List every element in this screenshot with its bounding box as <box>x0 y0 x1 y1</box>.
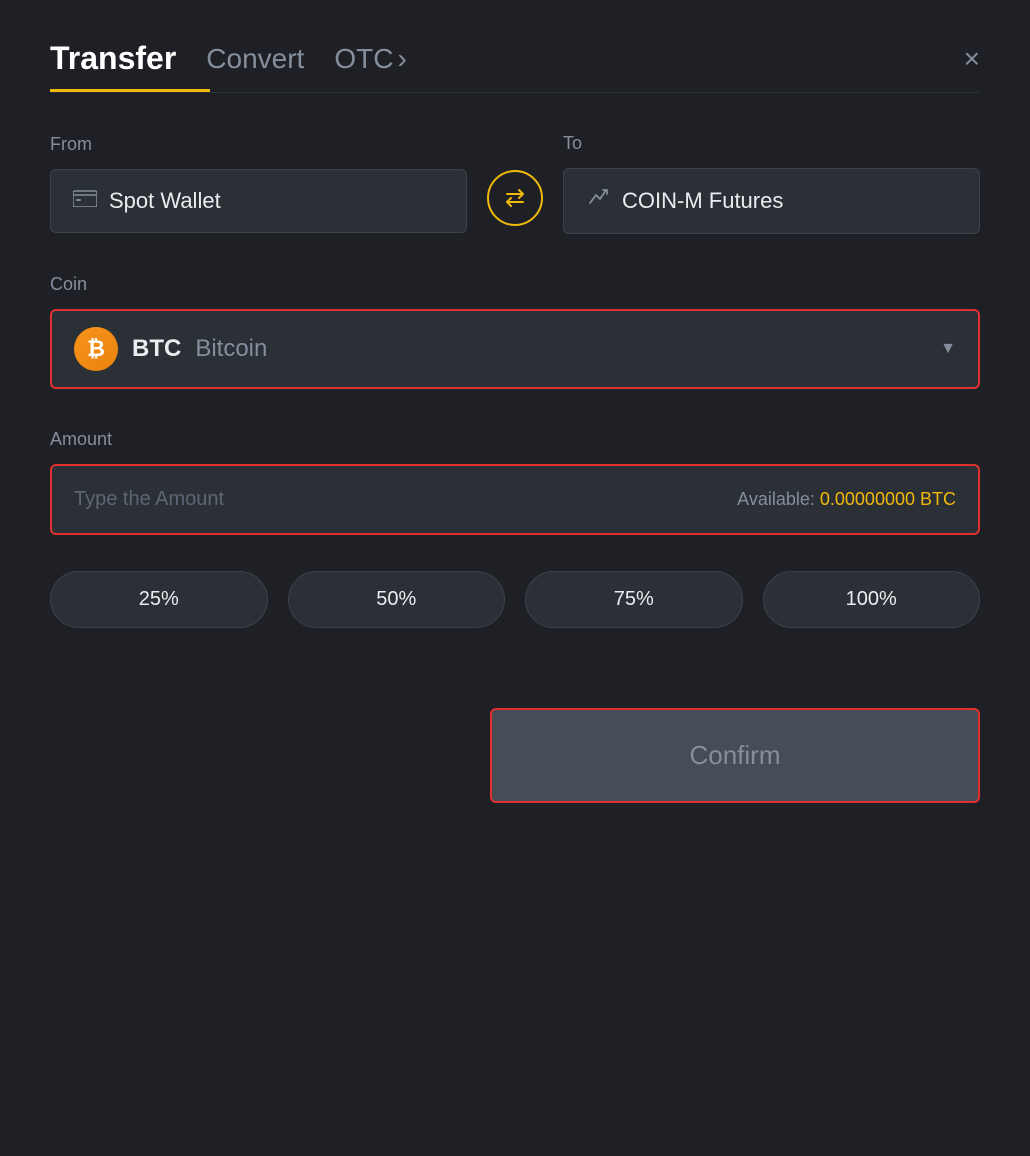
from-to-section: From Spot Wallet <box>50 133 980 234</box>
from-wallet-name: Spot Wallet <box>109 188 221 214</box>
percent-50-button[interactable]: 50% <box>288 571 506 628</box>
tab-convert[interactable]: Convert <box>206 43 304 75</box>
to-wallet-selector[interactable]: COIN-M Futures <box>563 168 980 234</box>
futures-icon <box>586 187 610 215</box>
from-group: From Spot Wallet <box>50 134 467 233</box>
percent-75-button[interactable]: 75% <box>525 571 743 628</box>
coin-full-name: Bitcoin <box>195 335 267 363</box>
coin-label: Coin <box>50 274 980 295</box>
amount-label: Amount <box>50 429 980 450</box>
percent-25-button[interactable]: 25% <box>50 571 268 628</box>
confirm-button[interactable]: Confirm <box>490 708 980 803</box>
swap-container <box>467 142 563 226</box>
amount-section: Amount Type the Amount Available: 0.0000… <box>50 429 980 535</box>
swap-button[interactable] <box>487 170 543 226</box>
to-group: To COIN-M Futures <box>563 133 980 234</box>
to-label: To <box>563 133 980 154</box>
from-wallet-selector[interactable]: Spot Wallet <box>50 169 467 233</box>
tab-transfer[interactable]: Transfer <box>50 40 176 77</box>
percent-100-button[interactable]: 100% <box>763 571 981 628</box>
available-amount: 0.00000000 BTC <box>820 489 956 509</box>
wallet-icon <box>73 189 97 213</box>
available-text: Available: 0.00000000 BTC <box>737 489 956 510</box>
percent-buttons: 25% 50% 75% 100% <box>50 571 980 628</box>
bottom-section: Confirm <box>50 708 980 803</box>
chevron-down-icon: ▼ <box>940 340 956 358</box>
coin-symbol: BTC <box>132 335 181 363</box>
tab-otc[interactable]: OTC › <box>334 43 406 75</box>
amount-placeholder: Type the Amount <box>74 488 224 511</box>
transfer-modal: Transfer Convert OTC › × From Spot Walle… <box>0 0 1030 1156</box>
to-wallet-name: COIN-M Futures <box>622 188 783 214</box>
chevron-right-icon: › <box>397 43 406 75</box>
from-label: From <box>50 134 467 155</box>
header-divider <box>50 92 980 93</box>
amount-input-container[interactable]: Type the Amount Available: 0.00000000 BT… <box>50 464 980 535</box>
available-label: Available: <box>737 489 815 509</box>
modal-header: Transfer Convert OTC › × <box>50 40 980 77</box>
btc-icon: ₿ <box>74 327 118 371</box>
coin-selector[interactable]: ₿ BTC Bitcoin ▼ <box>50 309 980 389</box>
coin-section: Coin ₿ BTC Bitcoin ▼ <box>50 274 980 389</box>
close-button[interactable]: × <box>964 45 980 73</box>
